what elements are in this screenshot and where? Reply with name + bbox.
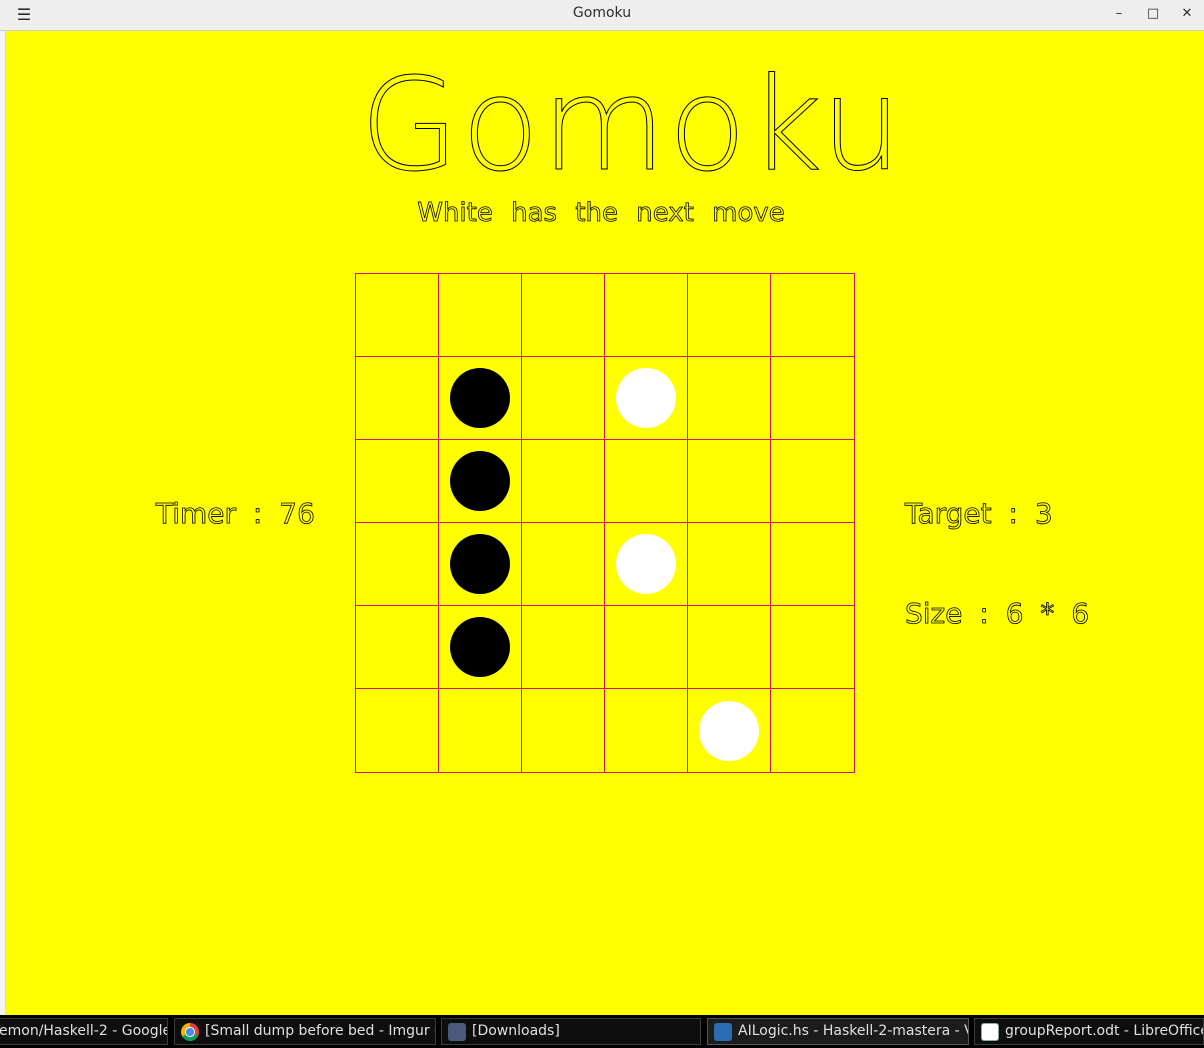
board-cell[interactable] <box>605 357 688 440</box>
black-stone <box>450 451 510 511</box>
board-cell[interactable] <box>688 689 771 772</box>
board-cell[interactable] <box>522 606 605 689</box>
taskbar-item-label: emon/Haskell-2 - Google... <box>0 1023 168 1039</box>
taskbar: emon/Haskell-2 - Google... [Small dump b… <box>0 1015 1204 1048</box>
taskbar-item-libreoffice[interactable]: groupReport.odt - LibreOffice W <box>974 1018 1204 1045</box>
board-cell[interactable] <box>356 606 439 689</box>
white-stone <box>616 534 676 594</box>
board-cell[interactable] <box>439 357 522 440</box>
board-cell[interactable] <box>771 689 854 772</box>
taskbar-item-label: AILogic.hs - Haskell-2-mastera - V... <box>738 1023 969 1039</box>
board-cell[interactable] <box>688 357 771 440</box>
taskbar-item-label: groupReport.odt - LibreOffice W <box>1005 1023 1204 1039</box>
board-cell[interactable] <box>605 274 688 357</box>
board-cell[interactable] <box>522 689 605 772</box>
timer-label: Timer : 76 <box>156 497 316 531</box>
board-cell[interactable] <box>688 274 771 357</box>
white-stone <box>616 368 676 428</box>
board-cell[interactable] <box>522 440 605 523</box>
white-stone <box>699 700 759 761</box>
board-cell[interactable] <box>771 606 854 689</box>
board-cell[interactable] <box>522 274 605 357</box>
board-cell[interactable] <box>605 440 688 523</box>
vscode-icon <box>714 1023 732 1041</box>
taskbar-item-browser-haskell[interactable]: emon/Haskell-2 - Google... <box>0 1018 168 1045</box>
board-cell[interactable] <box>522 357 605 440</box>
board-cell[interactable] <box>688 440 771 523</box>
taskbar-item-label: [Small dump before bed - Imgur - ... <box>205 1023 436 1039</box>
game-title: Gomoku <box>360 51 904 200</box>
board-cell[interactable] <box>439 440 522 523</box>
board-cell[interactable] <box>771 357 854 440</box>
board-cell[interactable] <box>605 606 688 689</box>
board-size-label: Size : 6 * 6 <box>905 597 1090 631</box>
board-cell[interactable] <box>522 523 605 606</box>
window-titlebar: ☰ Gomoku – □ ✕ <box>0 0 1204 31</box>
black-stone <box>450 534 510 594</box>
board-cell[interactable] <box>356 357 439 440</box>
close-icon[interactable]: ✕ <box>1176 4 1198 24</box>
turn-status: White has the next move <box>417 198 785 229</box>
taskbar-item-vscode[interactable]: AILogic.hs - Haskell-2-mastera - V... <box>707 1018 969 1045</box>
taskbar-item-label: [Downloads] <box>472 1023 560 1039</box>
board-cell[interactable] <box>688 606 771 689</box>
board-cell[interactable] <box>771 523 854 606</box>
window-title: Gomoku <box>572 5 632 21</box>
target-label: Target : 3 <box>905 497 1053 531</box>
taskbar-item-browser-imgur[interactable]: [Small dump before bed - Imgur - ... <box>174 1018 436 1045</box>
board-cell[interactable] <box>605 523 688 606</box>
board-cell[interactable] <box>771 440 854 523</box>
board-cell[interactable] <box>439 274 522 357</box>
board-cell[interactable] <box>356 440 439 523</box>
board-cell[interactable] <box>356 523 439 606</box>
black-stone <box>450 368 510 428</box>
game-canvas: Gomoku White has the next move Timer : 7… <box>6 31 1204 1015</box>
board-cell[interactable] <box>688 523 771 606</box>
taskbar-item-downloads[interactable]: [Downloads] <box>441 1018 701 1045</box>
document-icon <box>981 1023 999 1041</box>
board-cell[interactable] <box>771 274 854 357</box>
board-cell[interactable] <box>439 523 522 606</box>
board-cell[interactable] <box>356 274 439 357</box>
black-stone <box>450 617 510 677</box>
folder-icon <box>448 1023 466 1041</box>
board-cell[interactable] <box>439 606 522 689</box>
board-cell[interactable] <box>605 689 688 772</box>
board-cell[interactable] <box>439 689 522 772</box>
chrome-icon <box>181 1023 199 1041</box>
maximize-icon[interactable]: □ <box>1142 4 1164 24</box>
board-cell[interactable] <box>356 689 439 772</box>
game-board <box>355 273 855 773</box>
minimize-icon[interactable]: – <box>1108 4 1130 24</box>
